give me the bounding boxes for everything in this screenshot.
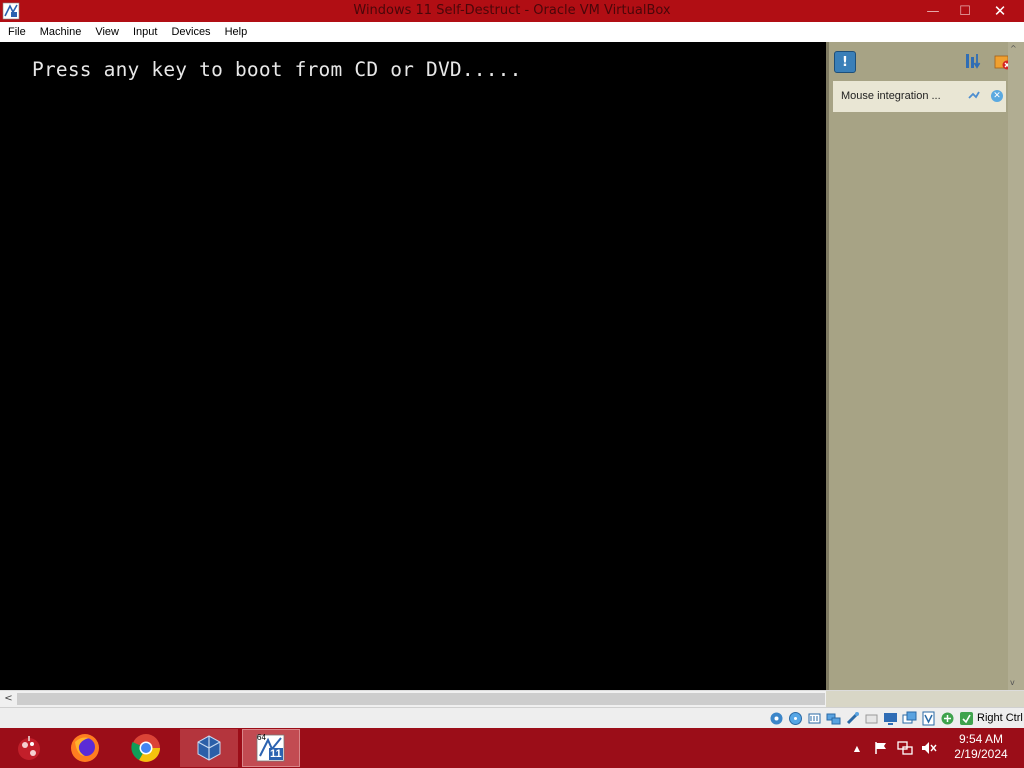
menu-help[interactable]: Help [218, 22, 255, 42]
pane-scroll-up-icon[interactable]: ^ [1010, 44, 1017, 53]
action-center-flag-icon[interactable] [872, 739, 890, 757]
status-bar: Right Ctrl [0, 707, 1024, 728]
notification-center [826, 42, 1024, 690]
optical-drive-icon[interactable] [787, 710, 804, 727]
window-title: Windows 11 Self-Destruct - Oracle VM Vir… [353, 3, 671, 18]
menu-input[interactable]: Input [126, 22, 164, 42]
info-icon[interactable]: ! [834, 51, 856, 73]
network-icon[interactable] [825, 710, 842, 727]
chrome-icon [131, 734, 160, 762]
vm-arch-badge: 64 [257, 733, 266, 742]
menu-bar: File Machine View Input Devices Help [0, 22, 1024, 42]
virtualbox-icon [197, 735, 221, 761]
volume-muted-icon[interactable] [920, 739, 938, 757]
mouse-integration-icon[interactable] [939, 710, 956, 727]
keyboard-capture-icon[interactable] [958, 710, 975, 727]
notification-close-icon[interactable]: ✕ [991, 90, 1003, 102]
start-button[interactable] [0, 729, 58, 767]
usb-icon[interactable] [844, 710, 861, 727]
notification-card[interactable]: Mouse integration ... ✕ [833, 81, 1006, 112]
pin-icon[interactable] [968, 90, 980, 102]
menu-machine[interactable]: Machine [33, 22, 89, 42]
host-key-label[interactable]: Right Ctrl [977, 708, 1023, 729]
shared-folders-icon[interactable] [863, 710, 880, 727]
firefox-icon [71, 734, 99, 762]
display-icon[interactable] [882, 710, 899, 727]
system-tray: ▲ [848, 728, 938, 768]
title-bar[interactable]: Windows 11 Self-Destruct - Oracle VM Vir… [0, 0, 1024, 22]
pane-scroll-down-icon[interactable]: v [1010, 678, 1015, 687]
network-tray-icon[interactable] [896, 739, 914, 757]
audio-icon[interactable] [806, 710, 823, 727]
boot-prompt-text: Press any key to boot from CD or DVD....… [32, 58, 522, 81]
pane-scrollbar[interactable] [1008, 42, 1024, 690]
tray-overflow-icon[interactable]: ▲ [848, 739, 866, 757]
start-orb-icon [18, 736, 40, 760]
recording-icon[interactable] [901, 710, 918, 727]
taskbar-firefox[interactable] [56, 729, 114, 767]
vm-display[interactable]: Press any key to boot from CD or DVD....… [0, 42, 826, 690]
scroll-track-pane [826, 691, 1024, 707]
notification-text: Mouse integration ... [841, 90, 941, 102]
status-indicators [768, 710, 975, 727]
menu-view[interactable]: View [88, 22, 126, 42]
taskbar-virtualbox[interactable] [180, 729, 238, 767]
clock-date: 2/19/2024 [954, 747, 1008, 761]
scroll-thumb[interactable] [17, 693, 825, 705]
vm-version-badge: 11 [270, 748, 282, 760]
clock-time: 9:54 AM [958, 732, 1004, 746]
close-button[interactable]: ✕ [977, 0, 1023, 22]
scroll-left-icon[interactable]: < [0, 691, 17, 707]
sort-order-icon[interactable] [964, 52, 982, 70]
menu-devices[interactable]: Devices [164, 22, 217, 42]
horizontal-scrollbar[interactable]: < [0, 690, 1024, 707]
hard-disk-icon[interactable] [768, 710, 785, 727]
vt-x-icon[interactable] [920, 710, 937, 727]
taskbar-chrome[interactable] [117, 729, 175, 767]
menu-file[interactable]: File [0, 22, 33, 42]
taskbar-clock[interactable]: 9:54 AM 2/19/2024 [946, 732, 1016, 762]
virtualbox-window: Windows 11 Self-Destruct - Oracle VM Vir… [0, 0, 1024, 768]
taskbar-vm-window[interactable]: 64 11 [242, 729, 300, 767]
taskbar: 64 11 ▲ 9:54 AM 2/19/2024 [0, 728, 1024, 768]
